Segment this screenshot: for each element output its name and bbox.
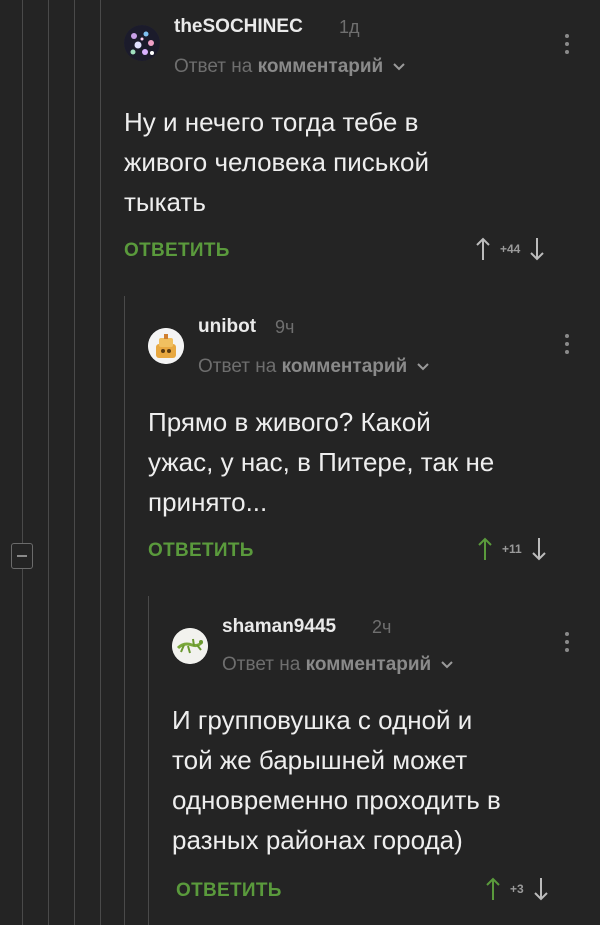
comment-time: 1д (339, 17, 360, 37)
thread-line-3 (74, 0, 75, 925)
kebab-menu-icon[interactable] (564, 632, 570, 656)
reply-to-target: комментарий (257, 56, 384, 77)
reply-to-prefix: Ответ на (222, 654, 301, 675)
comment-2: unibot 9ч Ответ на комментарий Прямо в ж… (148, 296, 600, 596)
collapse-minus-icon (17, 555, 27, 557)
kebab-menu-icon[interactable] (564, 34, 570, 58)
comment-time: 9ч (275, 317, 295, 337)
arrow-down-icon[interactable] (531, 537, 546, 561)
rating-count: +11 (502, 542, 522, 556)
rating-count: +3 (510, 882, 524, 896)
chevron-down-icon (440, 661, 453, 669)
reply-button[interactable]: ОТВЕТИТЬ (148, 540, 254, 562)
comment-1: theSOCHINEC 1д Ответ на комментарий Ну и… (124, 0, 600, 290)
comment-body: Прямо в живого? Какой ужас, у нас, в Пит… (148, 402, 494, 522)
reply-to-target: комментарий (305, 654, 432, 675)
thread-line-2 (48, 0, 49, 925)
galaxy-avatar[interactable] (124, 25, 160, 61)
reply-to-prefix: Ответ на (198, 356, 277, 377)
arrow-down-icon[interactable] (530, 237, 545, 261)
comment-body-line: Прямо в живого? Какой (148, 407, 431, 437)
comment-3: shaman9445 2ч Ответ на комментарий И гру… (172, 596, 600, 925)
thread-line-6 (148, 596, 149, 925)
comment-body: Ну и нечего тогда тебе в живого человека… (124, 102, 429, 222)
arrow-up-icon[interactable] (476, 237, 490, 261)
reply-button[interactable]: ОТВЕТИТЬ (124, 240, 230, 262)
comment-username[interactable]: theSOCHINEC (174, 16, 303, 38)
comment-time: 2ч (372, 617, 392, 637)
comment-body-line: ужас, у нас, в Питере, так не (148, 447, 495, 477)
comment-body-line: живого человека писькой (124, 147, 429, 177)
comment-body-line: той же барышней может (172, 745, 468, 775)
reply-to-prefix: Ответ на (174, 56, 253, 77)
reply-to-link[interactable]: Ответ на комментарий (174, 56, 405, 78)
reply-button[interactable]: ОТВЕТИТЬ (176, 880, 282, 902)
thread-line-4 (100, 0, 101, 925)
thread-line-5 (124, 296, 125, 925)
comment-body-line: принято... (148, 487, 268, 517)
vote-widget: +3 (486, 876, 548, 902)
collapse-thread-button[interactable] (11, 543, 33, 569)
reply-to-link[interactable]: Ответ на комментарий (198, 356, 429, 378)
reply-to-link[interactable]: Ответ на комментарий (222, 654, 453, 676)
vote-widget: +11 (478, 536, 546, 562)
lizard-avatar[interactable] (172, 628, 208, 664)
chevron-down-icon (392, 63, 405, 71)
kebab-menu-icon[interactable] (564, 334, 570, 358)
reply-to-target: комментарий (281, 356, 408, 377)
thread-line-1 (22, 0, 23, 925)
comment-username[interactable]: shaman9445 (222, 616, 336, 638)
cartoon-avatar[interactable] (148, 328, 184, 364)
comment-body-line: одновременно проходить в (172, 785, 501, 815)
chevron-down-icon (416, 363, 429, 371)
comment-body-line: тыкать (124, 187, 206, 217)
comment-body-line: Ну и нечего тогда тебе в (124, 107, 419, 137)
comment-body: И групповушка с одной и той же барышней … (172, 700, 501, 860)
comment-body-line: разных районах города) (172, 825, 463, 855)
rating-count: +44 (500, 242, 521, 256)
arrow-up-icon[interactable] (486, 877, 500, 901)
comment-username[interactable]: unibot (198, 316, 256, 338)
vote-widget: +44 (476, 236, 545, 262)
arrow-down-icon[interactable] (533, 877, 548, 901)
arrow-up-icon[interactable] (478, 537, 492, 561)
comment-body-line: И групповушка с одной и (172, 705, 473, 735)
